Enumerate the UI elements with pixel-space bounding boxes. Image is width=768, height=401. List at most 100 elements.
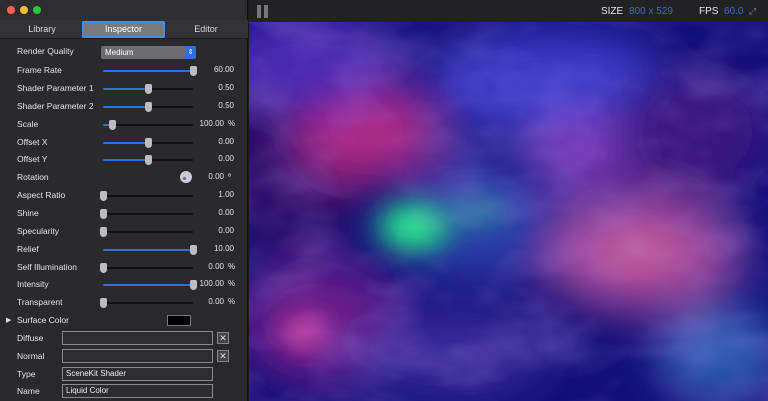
fps-value: 60.0 [724,6,744,17]
pause-icon[interactable] [257,5,268,18]
slider-thumb[interactable] [100,298,107,308]
viewport-toolbar: SIZE 800 x 529 FPS 60.0 ⤢ [249,0,768,22]
transparent-slider[interactable] [100,298,193,308]
title-bar [0,0,247,20]
offset-y-slider[interactable] [103,155,193,165]
slider-thumb[interactable] [100,263,107,273]
shader-parameter-1-slider[interactable] [103,84,193,94]
slider-thumb[interactable] [145,155,152,165]
rotation-label: Rotation [17,172,49,182]
offset-y-value: 0.00 [218,154,234,163]
specularity-slider[interactable] [100,227,193,237]
shine-label: Shine [17,208,39,218]
name-row: Name Liquid Color [0,383,248,401]
self-illumination-value: 0.00 [208,262,224,271]
disclosure-triangle-icon[interactable]: ▶ [6,316,11,324]
scale-slider[interactable] [103,120,193,130]
relief-slider[interactable] [103,245,197,255]
aspect-ratio-slider[interactable] [100,191,193,201]
transparent-row: Transparent 0.00 % [0,294,248,312]
tab-bar: Library Inspector Editor [0,20,248,39]
self-illumination-label: Self Illumination [17,262,78,272]
slider-fill [103,70,193,72]
slider-thumb[interactable] [190,66,197,76]
size-value: 800 x 529 [629,6,673,17]
frame-rate-slider[interactable] [103,66,197,76]
render-quality-value: Medium [105,48,134,57]
slider-thumb[interactable] [145,102,152,112]
render-quality-row: Render Quality Medium ⇕ [0,43,248,61]
offset-x-slider[interactable] [103,138,193,148]
offset-x-row: Offset X 0.00 [0,134,248,152]
transparent-unit: % [228,297,236,306]
intensity-label: Intensity [17,279,49,289]
name-field[interactable]: Liquid Color [62,384,213,398]
shader-viewport: SIZE 800 x 529 FPS 60.0 ⤢ [249,0,768,401]
shader-parameter-2-slider[interactable] [103,102,193,112]
tab-inspector[interactable]: Inspector [82,21,165,38]
relief-row: Relief 10.00 [0,241,248,259]
aspect-ratio-row: Aspect Ratio 1.00 [0,187,248,205]
relief-value: 10.00 [213,244,234,253]
aspect-ratio-label: Aspect Ratio [17,190,66,200]
aspect-ratio-value: 1.00 [218,190,234,199]
shader-parameter-1-row: Shader Parameter 1 0.50 [0,80,248,98]
normal-field[interactable] [62,349,213,363]
slider-thumb[interactable] [145,84,152,94]
shader-preview-canvas[interactable] [249,22,768,401]
slider-fill [103,284,193,286]
minimize-window-button[interactable] [20,6,28,14]
relief-label: Relief [17,244,39,254]
scale-unit: % [228,119,236,128]
shine-slider[interactable] [100,209,193,219]
slider-fill [103,88,148,90]
self-illumination-unit: % [228,262,236,271]
intensity-unit: % [228,279,236,288]
surface-color-label: Surface Color [17,315,69,325]
tab-library[interactable]: Library [4,21,80,38]
render-quality-select[interactable]: Medium ⇕ [101,46,196,59]
slider-thumb[interactable] [190,280,197,290]
slider-thumb[interactable] [100,227,107,237]
rotation-knob[interactable] [180,171,192,183]
shine-value: 0.00 [218,208,234,217]
scale-label: Scale [17,119,39,129]
specularity-row: Specularity 0.00 [0,223,248,241]
type-row: Type SceneKit Shader [0,366,248,384]
offset-y-label: Offset Y [17,154,48,164]
frame-rate-label: Frame Rate [17,65,62,75]
intensity-value: 100.00 [199,279,224,288]
frame-rate-value: 60.00 [213,65,234,74]
offset-x-value: 0.00 [218,137,234,146]
offset-x-label: Offset X [17,137,48,147]
self-illumination-slider[interactable] [100,263,193,273]
tab-editor[interactable]: Editor [168,21,244,38]
name-label: Name [17,386,40,396]
shader-parameter-2-value: 0.50 [218,101,234,110]
close-window-button[interactable] [7,6,15,14]
frame-rate-row: Frame Rate 60.00 [0,62,248,80]
zoom-window-button[interactable] [33,6,41,14]
shader-parameter-1-value: 0.50 [218,83,234,92]
clear-normal-icon[interactable]: ✕ [217,350,229,362]
slider-fill [103,249,193,251]
slider-thumb[interactable] [190,245,197,255]
inspector-panel: Library Inspector Editor Render Quality … [0,0,248,401]
scale-value: 100.00 [199,119,224,128]
rotation-value: 0.00 [208,172,224,181]
specularity-label: Specularity [17,226,60,236]
type-label: Type [17,369,36,379]
type-field[interactable]: SceneKit Shader [62,367,213,381]
slider-thumb[interactable] [100,209,107,219]
slider-thumb[interactable] [145,138,152,148]
rotation-row: Rotation 0.00 º [0,169,248,187]
transparent-label: Transparent [17,297,63,307]
slider-thumb[interactable] [109,120,116,130]
intensity-slider[interactable] [103,280,197,290]
surface-color-well[interactable] [167,315,191,326]
slider-thumb[interactable] [100,191,107,201]
clear-diffuse-icon[interactable]: ✕ [217,332,229,344]
expand-icon[interactable]: ⤢ [749,6,756,17]
offset-y-row: Offset Y 0.00 [0,151,248,169]
diffuse-field[interactable] [62,331,213,345]
